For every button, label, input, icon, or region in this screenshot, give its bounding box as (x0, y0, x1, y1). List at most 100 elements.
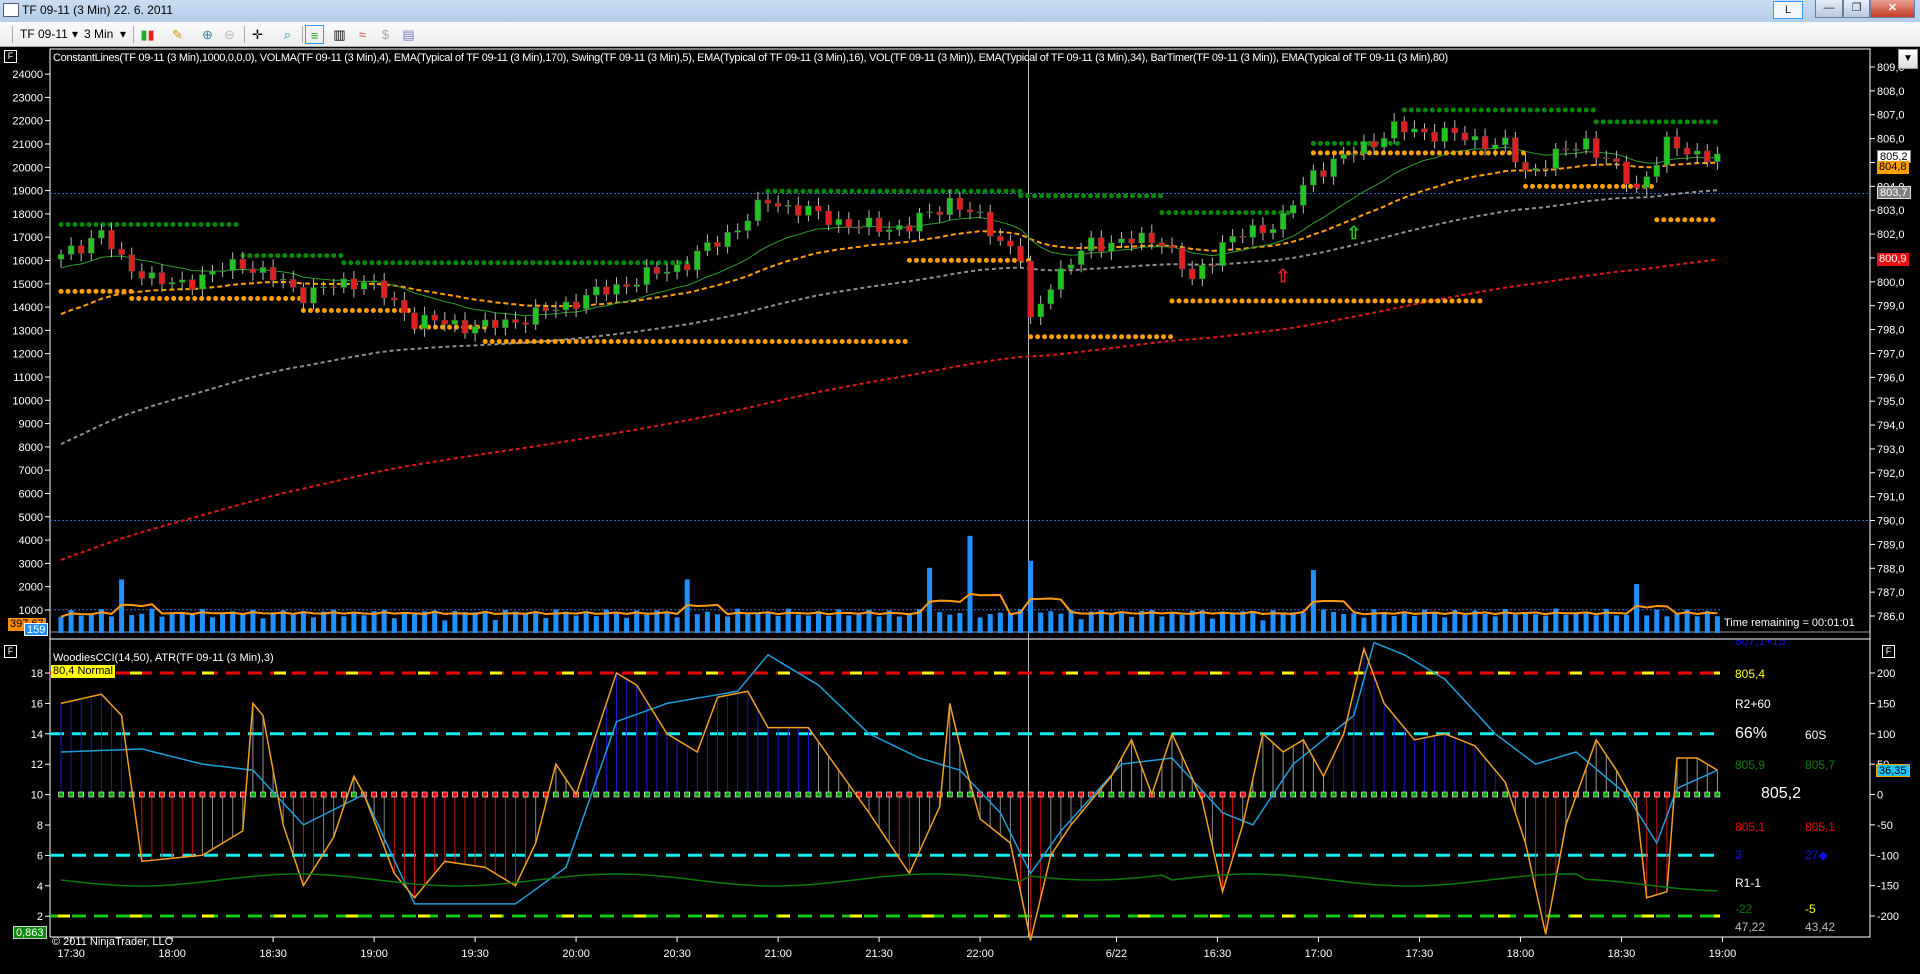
upper-panel-button[interactable]: F (4, 50, 17, 63)
swing-high-dot (1677, 119, 1683, 125)
swing-high-dot (1555, 107, 1561, 113)
swing-low-dot (902, 339, 908, 345)
swing-high-dot (331, 253, 337, 259)
atr-status-badge: 80,4 Normal (51, 665, 115, 678)
volume-axis-label: 18000 (12, 209, 43, 221)
zero-line-plus-marker (967, 791, 973, 798)
swing-high-dot (1003, 188, 1009, 194)
swing-high-dot (786, 188, 792, 194)
swing-low-dot (234, 296, 240, 302)
zero-line-plus-marker (1593, 791, 1599, 798)
candle-body (128, 254, 135, 272)
interval-selector[interactable]: 3 Min (84, 26, 113, 43)
time-axis-label: 17:30 (57, 948, 85, 960)
zero-line-plus-marker (664, 791, 670, 798)
instrument-dropdown-icon[interactable]: ▾ (72, 26, 78, 43)
time-axis-label: 21:00 (764, 948, 792, 960)
candle-body (865, 217, 873, 228)
swing-low-dot (503, 339, 509, 345)
swing-low-dot (1091, 334, 1097, 340)
candle-body (1411, 128, 1418, 133)
zero-line-minus-marker (1532, 791, 1539, 798)
chart-canvas[interactable]: 809,0808,0807,0806,0805,0804,0803,0802,0… (0, 47, 1920, 974)
price-axis-label: 787,0 (1877, 587, 1905, 599)
swing-high-dot (1401, 107, 1407, 113)
swing-high-dot (954, 188, 960, 194)
candle-body (1158, 242, 1166, 247)
candle-body (1017, 246, 1024, 262)
swing-low-dot (1204, 298, 1210, 304)
zero-line-minus-marker (926, 791, 933, 798)
time-axis-label: 19:00 (1709, 948, 1737, 960)
swing-low-dot (1004, 257, 1010, 263)
strategies-icon[interactable]: ▥ (330, 25, 349, 44)
swing-low-dot (93, 288, 99, 294)
swing-low-dot (1401, 150, 1407, 156)
swing-high-dot (1039, 193, 1044, 199)
swing-high-dot (1180, 210, 1186, 216)
lower-panel-right-button[interactable]: F (1882, 645, 1895, 658)
instrument-selector[interactable]: TF 09-11 (20, 26, 68, 43)
candle-body (1401, 121, 1408, 133)
cci-axis-label: -50 (1877, 820, 1893, 832)
volume-bar (1331, 611, 1337, 633)
drawing-tools-pencil-icon[interactable]: ✎ (168, 25, 187, 44)
zero-line-plus-marker (88, 791, 95, 798)
swing-low-dot (983, 257, 989, 263)
time-axis-label: 22:00 (966, 948, 994, 960)
price-axis-label: 790,0 (1877, 516, 1905, 528)
zero-line-plus-marker (553, 791, 559, 798)
properties-chart-icon[interactable]: ≈ (353, 25, 372, 44)
restore-button[interactable]: ❐ (1843, 0, 1870, 18)
swing-low-dot (1394, 150, 1400, 156)
swing-high-dot (1712, 119, 1718, 125)
swing-low-dot (1133, 334, 1139, 340)
candle-body (77, 245, 85, 254)
swing-high-dot (898, 188, 904, 194)
close-button[interactable]: ✕ (1870, 0, 1915, 18)
panel-menu-dropdown-icon[interactable]: ▼ (1898, 49, 1918, 69)
chart-style-icon[interactable]: ▮▮ (138, 25, 157, 44)
swing-low-dot (178, 296, 184, 302)
swing-low-dot (874, 339, 880, 345)
data-box-icon[interactable]: ⌕ (278, 25, 297, 44)
swing-high-dot (635, 260, 641, 266)
swing-low-dot (1530, 183, 1535, 189)
candle-body (1138, 232, 1145, 244)
dollar-icon[interactable]: $ (376, 25, 395, 44)
swing-high-dot (1352, 140, 1358, 146)
language-button[interactable]: L (1773, 1, 1803, 19)
candle-body (1269, 229, 1277, 234)
time-axis-label: 18:00 (1507, 948, 1535, 960)
swing-low-dot (510, 339, 516, 345)
swing-high-dot (961, 188, 967, 194)
volume-bar (321, 611, 327, 633)
volume-axis-label: 5000 (19, 512, 43, 524)
zoom-in-icon[interactable]: ⊕ (198, 25, 217, 44)
volume-axis-label: 10000 (12, 395, 43, 407)
candle-body (502, 319, 509, 329)
volume-bar (260, 618, 266, 633)
zero-line-plus-marker (1411, 791, 1418, 798)
candle-body (1683, 147, 1691, 155)
swing-high-dot (1583, 107, 1589, 113)
lower-panel-button[interactable]: F (4, 645, 17, 658)
candle-body (1603, 157, 1610, 159)
candle-body (1007, 240, 1014, 247)
crosshair-icon[interactable]: ✛ (248, 25, 267, 44)
candle-body (1613, 158, 1620, 163)
price-axis-label: 799,0 (1877, 301, 1905, 313)
volume-bar (997, 612, 1003, 633)
swing-high-dot (1331, 140, 1337, 146)
candle-body (653, 267, 661, 274)
zoom-out-icon[interactable]: ⊖ (220, 25, 239, 44)
minimize-button[interactable]: — (1815, 0, 1843, 18)
chart-trader-icon[interactable]: ▤ (399, 25, 418, 44)
swing-low-dot (1288, 298, 1294, 304)
zero-line-minus-marker (169, 791, 175, 798)
atr-axis-label: 16 (31, 698, 43, 710)
indicators-icon[interactable]: ≡ (305, 25, 324, 44)
interval-dropdown-icon[interactable]: ▾ (120, 26, 126, 43)
swing-high-dot (1130, 193, 1135, 199)
candle-body (411, 312, 418, 329)
